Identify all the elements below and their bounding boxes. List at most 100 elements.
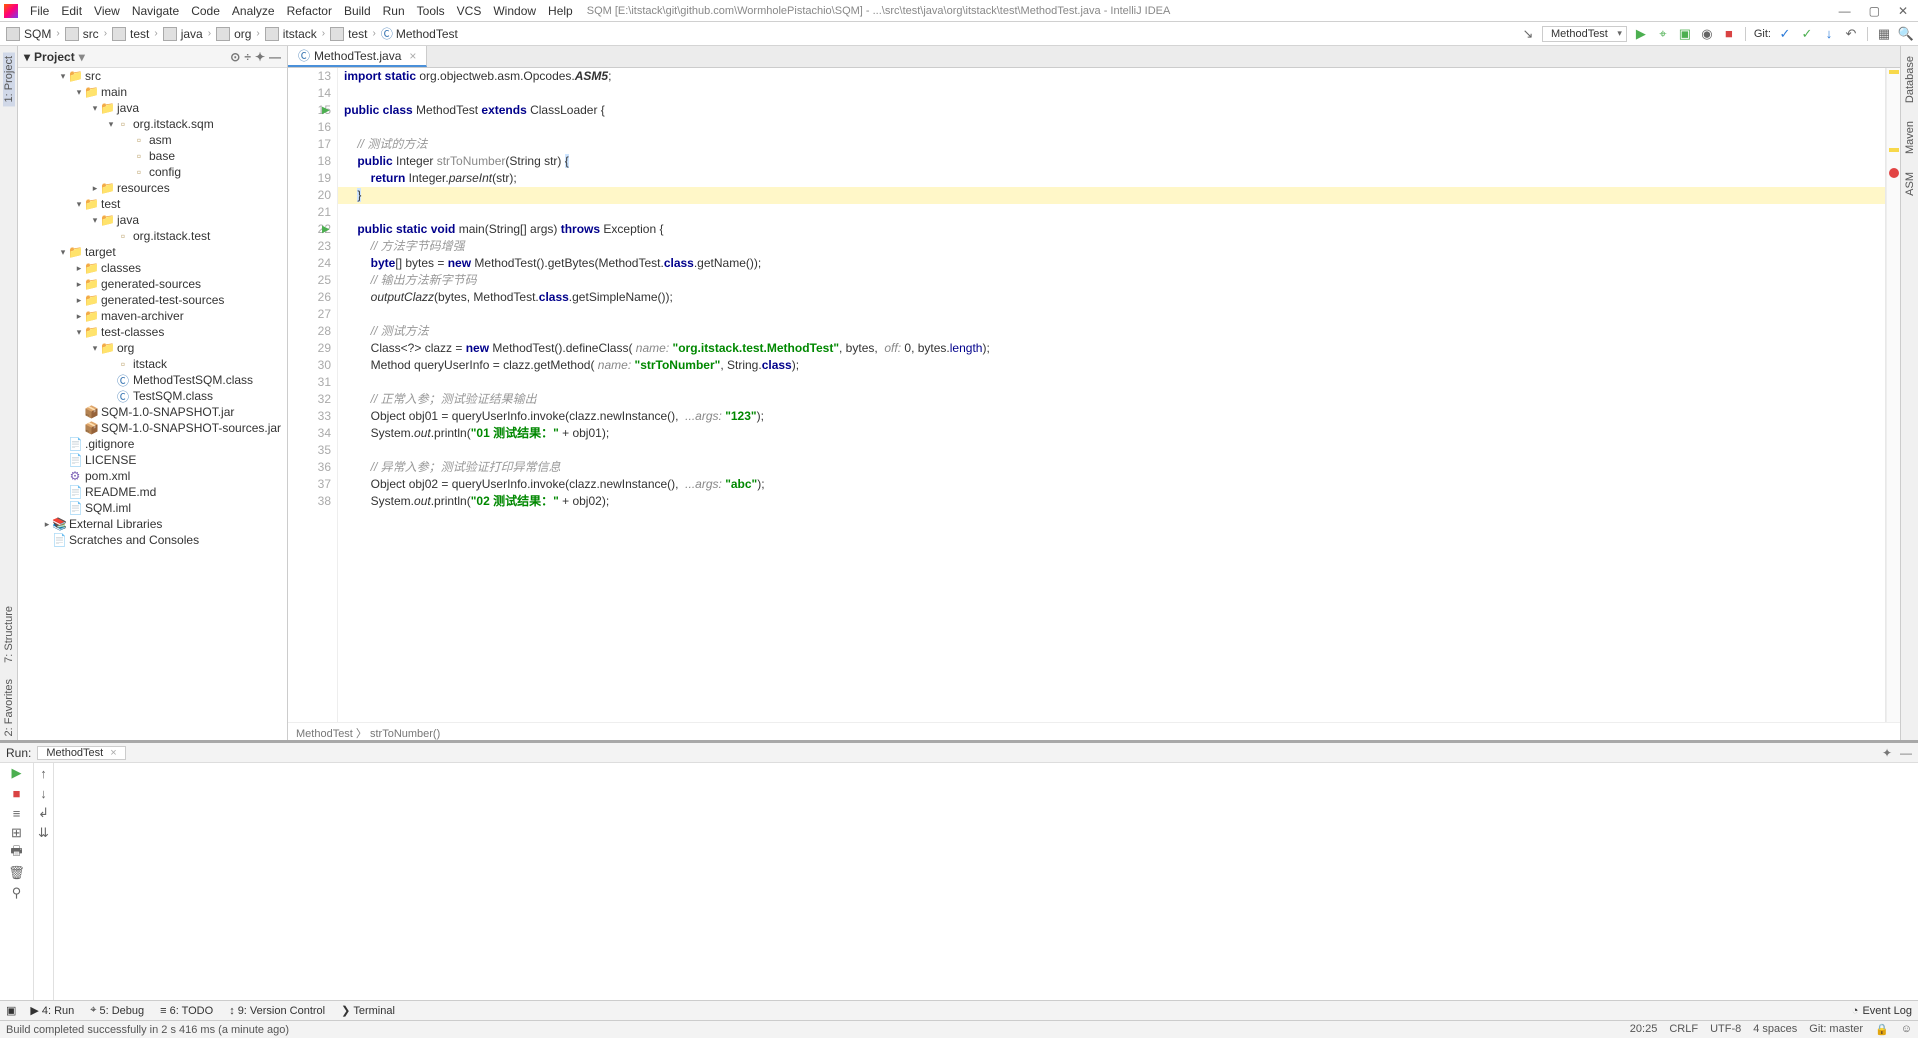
line-number[interactable]: 18	[288, 153, 331, 170]
line-number[interactable]: 25	[288, 272, 331, 289]
maven-tool-button[interactable]: Maven	[1904, 117, 1916, 158]
print-icon[interactable]: 🖶	[0, 843, 33, 863]
lock-icon[interactable]: 🔒	[1875, 1023, 1889, 1036]
line-number[interactable]: 29	[288, 340, 331, 357]
tree-item-asm[interactable]: ▫asm	[18, 132, 287, 148]
vcs-update-icon[interactable]: ✓	[1777, 26, 1793, 42]
tree-item-base[interactable]: ▫base	[18, 148, 287, 164]
run-toolbar-nav[interactable]: ↑ ↓ ↲ ⇊	[34, 763, 54, 1000]
stop-icon[interactable]: ■	[1721, 26, 1737, 42]
bottom-tab-4-run[interactable]: ▶4: Run	[22, 1004, 82, 1017]
gear-icon[interactable]: ✦	[1882, 746, 1892, 760]
line-number[interactable]: 32	[288, 391, 331, 408]
menu-tools[interactable]: Tools	[411, 4, 451, 18]
minimize-icon[interactable]: —	[1839, 4, 1851, 18]
run-icon[interactable]: ▶	[1633, 26, 1649, 42]
tree-item-resources[interactable]: ▸📁resources	[18, 180, 287, 196]
tree-item-license[interactable]: 📄LICENSE	[18, 452, 287, 468]
breadcrumb-item-test[interactable]: test	[328, 27, 369, 41]
tree-item-external-libraries[interactable]: ▸📚External Libraries	[18, 516, 287, 532]
breadcrumb-item-test[interactable]: test	[110, 27, 151, 41]
code-line[interactable]: return Integer.parseInt(str);	[338, 170, 1885, 187]
tree-item--gitignore[interactable]: 📄.gitignore	[18, 436, 287, 452]
bottom-tab-terminal[interactable]: ❯Terminal	[333, 1004, 403, 1017]
file-encoding[interactable]: UTF-8	[1710, 1023, 1741, 1036]
inspection-icon[interactable]: ☺	[1901, 1023, 1912, 1036]
editor-tab-methodtest[interactable]: Ⓒ MethodTest.java ×	[288, 46, 427, 67]
tree-toggle-icon[interactable]: ▾	[74, 87, 84, 98]
tree-item-generated-test-sources[interactable]: ▸📁generated-test-sources	[18, 292, 287, 308]
code-line[interactable]	[338, 204, 1885, 221]
project-tool-button[interactable]: 1: Project	[3, 52, 15, 106]
line-number[interactable]: 13	[288, 68, 331, 85]
tree-item-java[interactable]: ▾📁java	[18, 100, 287, 116]
tree-toggle-icon[interactable]: ▾	[74, 327, 84, 338]
show-tool-windows-icon[interactable]: ▣	[6, 1004, 16, 1017]
line-number[interactable]: 17	[288, 136, 331, 153]
tree-item-test[interactable]: ▾📁test	[18, 196, 287, 212]
vcs-commit-icon[interactable]: ✓	[1799, 26, 1815, 42]
line-number[interactable]: 34	[288, 425, 331, 442]
indent-setting[interactable]: 4 spaces	[1753, 1023, 1797, 1036]
run-config-selector[interactable]: MethodTest	[1542, 26, 1627, 42]
settings-icon[interactable]: ✦	[255, 50, 265, 64]
overview-ruler[interactable]	[1886, 68, 1900, 722]
code-line[interactable]: // 测试方法	[338, 323, 1885, 340]
event-log-icon[interactable]: ◔	[1852, 1005, 1859, 1017]
tree-item-itstack[interactable]: ▫itstack	[18, 356, 287, 372]
menu-refactor[interactable]: Refactor	[281, 4, 338, 18]
console-output[interactable]	[54, 763, 1918, 1000]
menu-help[interactable]: Help	[542, 4, 579, 18]
tree-item-sqm-iml[interactable]: 📄SQM.iml	[18, 500, 287, 516]
tree-item-config[interactable]: ▫config	[18, 164, 287, 180]
code-line[interactable]: Object obj02 = queryUserInfo.invoke(claz…	[338, 476, 1885, 493]
tree-item-readme-md[interactable]: 📄README.md	[18, 484, 287, 500]
up-icon[interactable]: ↑	[34, 763, 53, 783]
tree-toggle-icon[interactable]: ▸	[74, 295, 84, 306]
tree-item-maven-archiver[interactable]: ▸📁maven-archiver	[18, 308, 287, 324]
tree-item-java[interactable]: ▾📁java	[18, 212, 287, 228]
database-tool-button[interactable]: Database	[1904, 52, 1916, 107]
bottom-tab-6-todo[interactable]: ≡6: TODO	[152, 1004, 221, 1017]
tree-toggle-icon[interactable]: ▾	[90, 103, 100, 114]
bottom-tool-stripe[interactable]: ▣ ▶4: Run⌖5: Debug≡6: TODO↕9: Version Co…	[0, 1000, 1918, 1020]
filter-icon[interactable]: ÷	[244, 50, 251, 64]
line-number[interactable]: 30	[288, 357, 331, 374]
line-number[interactable]: 36	[288, 459, 331, 476]
tree-item-org-itstack-sqm[interactable]: ▾▫org.itstack.sqm	[18, 116, 287, 132]
editor-body[interactable]: 1314151617181920212223242526272829303132…	[288, 68, 1900, 722]
tree-toggle-icon[interactable]: ▾	[58, 247, 68, 258]
tree-item-src[interactable]: ▾📁src	[18, 68, 287, 84]
bottom-tab-9-version-control[interactable]: ↕9: Version Control	[221, 1004, 333, 1017]
rerun-icon[interactable]: ▶	[0, 763, 33, 783]
asm-tool-button[interactable]: ASM	[1904, 168, 1916, 200]
breadcrumb-item-itstack[interactable]: itstack	[263, 27, 319, 41]
tree-item-target[interactable]: ▾📁target	[18, 244, 287, 260]
stop-process-icon[interactable]: ■	[0, 783, 33, 803]
tree-item-pom-xml[interactable]: ⚙pom.xml	[18, 468, 287, 484]
code-line[interactable]: public class MethodTest extends ClassLoa…	[338, 102, 1885, 119]
code-line[interactable]: }	[338, 187, 1885, 204]
search-icon[interactable]: 🔍	[1898, 26, 1914, 42]
wrap-icon[interactable]: ↲	[34, 803, 53, 823]
project-panel-header[interactable]: ▾ Project ▾ ⊙ ÷ ✦ —	[18, 46, 287, 68]
line-number[interactable]: 24	[288, 255, 331, 272]
run-toolbar-left[interactable]: ▶ ■ ≡ ⊞ 🖶 🗑 ⚲	[0, 763, 34, 1000]
scroll-icon[interactable]: ⇊	[34, 823, 53, 843]
line-number[interactable]: 37	[288, 476, 331, 493]
breadcrumb-item-methodtest[interactable]: ⒸMethodTest	[379, 25, 460, 42]
tree-toggle-icon[interactable]: ▸	[74, 263, 84, 274]
right-tool-stripe[interactable]: Database Maven ASM	[1900, 46, 1918, 740]
minimize-panel-icon[interactable]: —	[1900, 746, 1912, 760]
run-panel-header[interactable]: Run: MethodTest × ✦ —	[0, 743, 1918, 763]
coverage-icon[interactable]: ▣	[1677, 26, 1693, 42]
vcs-revert-icon[interactable]: ↶	[1843, 26, 1859, 42]
layout-icon[interactable]: ⊞	[0, 823, 33, 843]
tree-item-main[interactable]: ▾📁main	[18, 84, 287, 100]
line-number[interactable]: 19	[288, 170, 331, 187]
tree-item-classes[interactable]: ▸📁classes	[18, 260, 287, 276]
tree-item-sqm-1-0-snapshot-jar[interactable]: 📦SQM-1.0-SNAPSHOT.jar	[18, 404, 287, 420]
close-tab-icon[interactable]: ×	[409, 49, 416, 63]
editor-tabs[interactable]: Ⓒ MethodTest.java ×	[288, 46, 1900, 68]
favorites-tool-button[interactable]: 2: Favorites	[3, 675, 15, 740]
